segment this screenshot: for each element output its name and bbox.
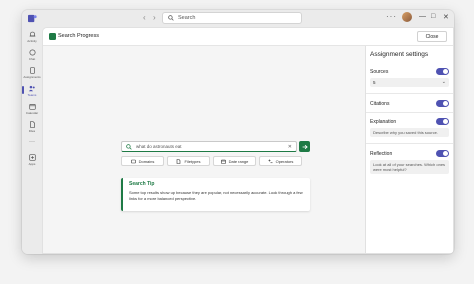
filter-date-range-button[interactable]: Date range bbox=[213, 156, 256, 166]
rail-label-files: Files bbox=[28, 129, 36, 133]
global-search-placeholder: Search bbox=[178, 15, 196, 21]
filter-filetypes-button[interactable]: Filetypes bbox=[167, 156, 210, 166]
rail-label-assignments: Assignments bbox=[23, 75, 41, 79]
rail-label-teams: Teams bbox=[27, 93, 37, 97]
filter-date-range-label: Date range bbox=[228, 158, 249, 164]
filter-domains-label: Domains bbox=[138, 158, 155, 164]
global-search-input[interactable]: Search bbox=[162, 12, 302, 24]
rail-item-apps[interactable]: Apps bbox=[22, 154, 42, 166]
rail-label-activity: Activity bbox=[27, 39, 37, 43]
filter-bar: Domains Filetypes Date range Operators bbox=[121, 156, 302, 166]
filter-domains-button[interactable]: Domains bbox=[121, 156, 164, 166]
chat-icon bbox=[28, 49, 36, 56]
calendar-icon bbox=[220, 159, 226, 164]
sources-toggle[interactable] bbox=[436, 68, 449, 75]
apps-icon bbox=[28, 154, 36, 161]
rail-item-files[interactable]: Files bbox=[22, 121, 42, 133]
filter-operators-label: Operators bbox=[275, 158, 294, 164]
search-area: what do astronauts eat ✕ Domains Filetyp… bbox=[43, 46, 365, 253]
rail-item-activity[interactable]: Activity bbox=[22, 31, 42, 43]
rail-item-teams[interactable]: Teams bbox=[22, 85, 42, 97]
clear-search-button[interactable]: ✕ bbox=[288, 144, 292, 150]
domains-icon bbox=[130, 159, 136, 163]
search-query: what do astronauts eat bbox=[136, 144, 182, 149]
rail-more-button[interactable]: ··· bbox=[22, 139, 42, 145]
rail-item-chat[interactable]: Chat bbox=[22, 49, 42, 61]
explanation-prompt-field[interactable]: Describe why you saved this source. bbox=[370, 128, 449, 137]
sources-label: Sources bbox=[370, 69, 389, 75]
search-progress-icon bbox=[49, 33, 56, 40]
explanation-label: Explanation bbox=[370, 119, 397, 125]
plus-minus-icon bbox=[268, 159, 273, 163]
search-tip-body: Some top results show up because they ar… bbox=[129, 190, 303, 201]
filter-operators-button[interactable]: Operators bbox=[259, 156, 302, 166]
window-close-button[interactable]: ✕ bbox=[443, 13, 449, 21]
close-button[interactable]: Close bbox=[417, 31, 447, 42]
rail-item-assignments[interactable]: Assignments bbox=[22, 67, 42, 79]
divider bbox=[366, 93, 453, 94]
sources-count-value: 5 bbox=[373, 80, 376, 85]
app-rail: Activity Chat Assignments Teams Calendar… bbox=[22, 27, 42, 254]
divider bbox=[366, 112, 453, 113]
calendar-icon bbox=[28, 104, 36, 110]
explanation-toggle[interactable] bbox=[436, 118, 449, 125]
search-icon bbox=[168, 15, 174, 21]
arrow-right-icon bbox=[302, 144, 308, 149]
search-progress-app: Search Progress Close what do astronauts… bbox=[42, 27, 454, 254]
maximize-button[interactable]: □ bbox=[431, 13, 435, 20]
minimize-button[interactable]: — bbox=[419, 13, 426, 20]
reflection-toggle[interactable] bbox=[436, 150, 449, 157]
app-header: Search Progress Close bbox=[43, 28, 453, 46]
title-bar: ‹ › Search ··· — □ ✕ bbox=[22, 10, 454, 27]
divider bbox=[366, 143, 453, 144]
reflection-label: Reflection bbox=[370, 151, 393, 157]
back-button[interactable]: ‹ bbox=[143, 13, 146, 22]
files-icon bbox=[29, 121, 35, 128]
reflection-prompt-field[interactable]: Look at all of your searches. Which ones… bbox=[370, 160, 449, 174]
more-options-button[interactable]: ··· bbox=[386, 12, 397, 21]
citations-toggle[interactable] bbox=[436, 100, 449, 107]
teams-window: ‹ › Search ··· — □ ✕ Activity Chat Assig… bbox=[22, 10, 454, 254]
avatar[interactable] bbox=[402, 12, 412, 22]
teams-icon bbox=[28, 85, 35, 92]
filter-filetypes-label: Filetypes bbox=[184, 158, 201, 164]
teams-logo-icon bbox=[28, 14, 37, 23]
search-tip-card: Search Tip Some top results show up beca… bbox=[121, 178, 310, 211]
rail-label-chat: Chat bbox=[28, 57, 36, 61]
panel-title: Assignment settings bbox=[370, 51, 429, 58]
sources-count-select[interactable]: 5 ⌄ bbox=[370, 78, 449, 87]
assignment-settings-panel: Assignment settings Sources 5 ⌄ Citation… bbox=[365, 46, 453, 253]
assignments-icon bbox=[29, 67, 35, 74]
rail-item-calendar[interactable]: Calendar bbox=[22, 103, 42, 115]
citations-label: Citations bbox=[370, 101, 390, 107]
filetypes-icon bbox=[177, 158, 181, 164]
close-button-label: Close bbox=[425, 33, 439, 40]
forward-button[interactable]: › bbox=[153, 13, 156, 22]
search-tip-title: Search Tip bbox=[129, 181, 155, 187]
search-submit-button[interactable] bbox=[299, 141, 310, 152]
chevron-down-icon: ⌄ bbox=[441, 79, 446, 85]
search-input[interactable]: what do astronauts eat ✕ bbox=[121, 141, 297, 152]
rail-label-calendar: Calendar bbox=[25, 111, 39, 115]
search-icon bbox=[126, 143, 132, 150]
page-title: Search Progress bbox=[58, 33, 99, 39]
bell-icon bbox=[29, 31, 35, 37]
rail-label-apps: Apps bbox=[28, 162, 36, 166]
